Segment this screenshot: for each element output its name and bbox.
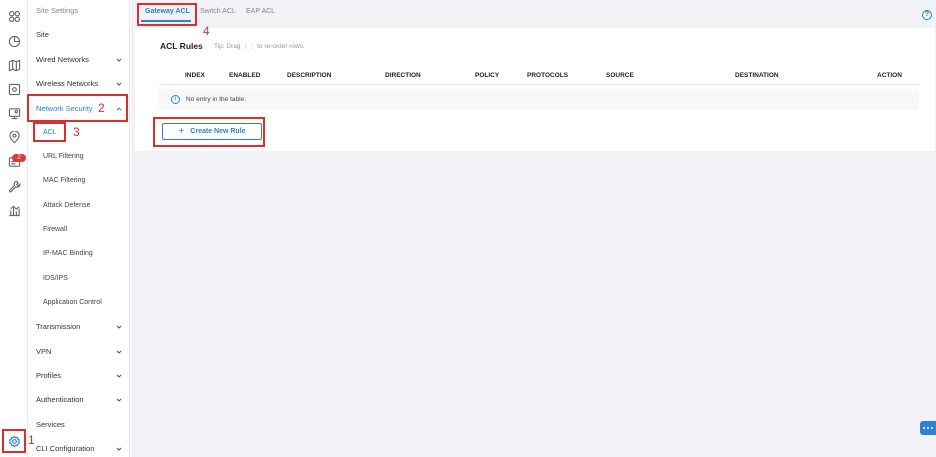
sidebar-subitem-firewall[interactable]: Firewall: [28, 219, 130, 239]
sidebar-item-site[interactable]: Site: [28, 24, 130, 44]
callout-number-2: 2: [98, 101, 105, 115]
sidebar-subitem-attack-defense[interactable]: Attack Defense: [28, 195, 130, 215]
icon-rail: 2: [0, 0, 28, 457]
callout-box-create-rule: [153, 117, 265, 147]
callout-number-3: 3: [73, 125, 80, 139]
column-header-description: DESCRIPTION: [287, 72, 332, 79]
callout-box-4: [137, 3, 197, 26]
info-icon: i: [171, 95, 180, 104]
chevron-down-icon: [116, 445, 122, 451]
sidebar-item-vpn[interactable]: VPN: [28, 341, 130, 361]
clients-icon[interactable]: [6, 105, 22, 121]
main-content: Gateway ACL Switch ACL EAP ACL ? ACL Rul…: [131, 0, 936, 457]
sidebar-subitem-application-control[interactable]: Application Control: [28, 292, 130, 312]
chat-dot: [923, 427, 925, 429]
sidebar-item-label: Services: [36, 419, 65, 429]
tab-switch-acl[interactable]: Switch ACL: [200, 8, 236, 15]
callout-box-3: [33, 122, 66, 142]
empty-message: No entry in the table.: [186, 96, 246, 103]
tools-icon[interactable]: [6, 178, 22, 194]
column-header-source: SOURCE: [606, 72, 634, 79]
reorder-tip: Tip: Drag ⋮⋮ to re-order rows.: [214, 43, 305, 50]
sidebar-item-cli-configuration[interactable]: CLI Configuration: [28, 438, 130, 457]
table-empty-row: i No entry in the table.: [159, 89, 919, 110]
help-icon[interactable]: ?: [922, 10, 932, 20]
map-icon[interactable]: [6, 57, 22, 73]
chevron-down-icon: [116, 372, 122, 378]
chevron-down-icon: [116, 80, 122, 86]
settings-sidebar: Site Settings Site Wired Networks Wirele…: [28, 0, 130, 457]
sidebar-item-label: Site: [36, 29, 49, 39]
chat-dot: [931, 427, 933, 429]
column-header-policy: POLICY: [475, 72, 500, 79]
notification-badge: 2: [12, 154, 26, 162]
card-title: ACL Rules: [160, 41, 203, 51]
sidebar-item-profiles[interactable]: Profiles: [28, 365, 130, 385]
devices-icon[interactable]: [6, 81, 22, 97]
column-header-destination: DESTINATION: [735, 72, 779, 79]
statistics-icon[interactable]: [6, 33, 22, 49]
sidebar-subitem-url-filtering[interactable]: URL Filtering: [28, 146, 130, 166]
chat-dot: [927, 427, 929, 429]
sidebar-item-wireless-networks[interactable]: Wireless Networks: [28, 73, 130, 93]
chevron-down-icon: [116, 323, 122, 329]
acl-tabs: Gateway ACL Switch ACL EAP ACL ?: [131, 0, 936, 27]
chevron-down-icon: [116, 348, 122, 354]
column-header-protocols: PROTOCOLS: [527, 72, 569, 79]
chat-icon[interactable]: [920, 421, 936, 435]
sidebar-item-wired-networks[interactable]: Wired Networks: [28, 49, 130, 69]
callout-number-4: 4: [203, 24, 210, 38]
callout-box-2: [27, 94, 128, 122]
column-header-enabled: ENABLED: [229, 72, 261, 79]
sidebar-item-label: VPN: [36, 346, 52, 356]
sidebar-item-label: Authentication: [36, 394, 84, 404]
callout-number-1: 1: [28, 433, 35, 447]
insight-icon[interactable]: [6, 129, 22, 145]
sidebar-item-services[interactable]: Services: [28, 414, 130, 434]
sidebar-heading: Site Settings: [36, 5, 79, 15]
sidebar-subitem-ip-mac-binding[interactable]: IP-MAC Binding: [28, 243, 130, 263]
sidebar-item-label: CLI Configuration: [36, 443, 95, 453]
sidebar-subitem-mac-filtering[interactable]: MAC Filtering: [28, 170, 130, 190]
sidebar-subitem-ids-ips[interactable]: IDS/IPS: [28, 268, 130, 288]
callout-box-1: [2, 429, 26, 453]
chevron-down-icon: [116, 56, 122, 62]
sidebar-item-label: Transmission: [36, 321, 81, 331]
table-header: INDEX ENABLED DESCRIPTION DIRECTION POLI…: [159, 66, 919, 85]
chevron-down-icon: [116, 396, 122, 402]
sidebar-item-label: Wireless Networks: [36, 78, 99, 88]
dashboard-icon[interactable]: [6, 8, 22, 24]
sidebar-item-transmission[interactable]: Transmission: [28, 316, 130, 336]
column-header-direction: DIRECTION: [385, 72, 421, 79]
column-header-action: ACTION: [877, 72, 902, 79]
sidebar-item-label: Profiles: [36, 370, 62, 380]
reports-icon[interactable]: [6, 202, 22, 218]
tab-eap-acl[interactable]: EAP ACL: [246, 8, 275, 15]
column-header-index: INDEX: [185, 72, 205, 79]
sidebar-item-label: Wired Networks: [36, 54, 89, 64]
sidebar-item-authentication[interactable]: Authentication: [28, 389, 130, 409]
